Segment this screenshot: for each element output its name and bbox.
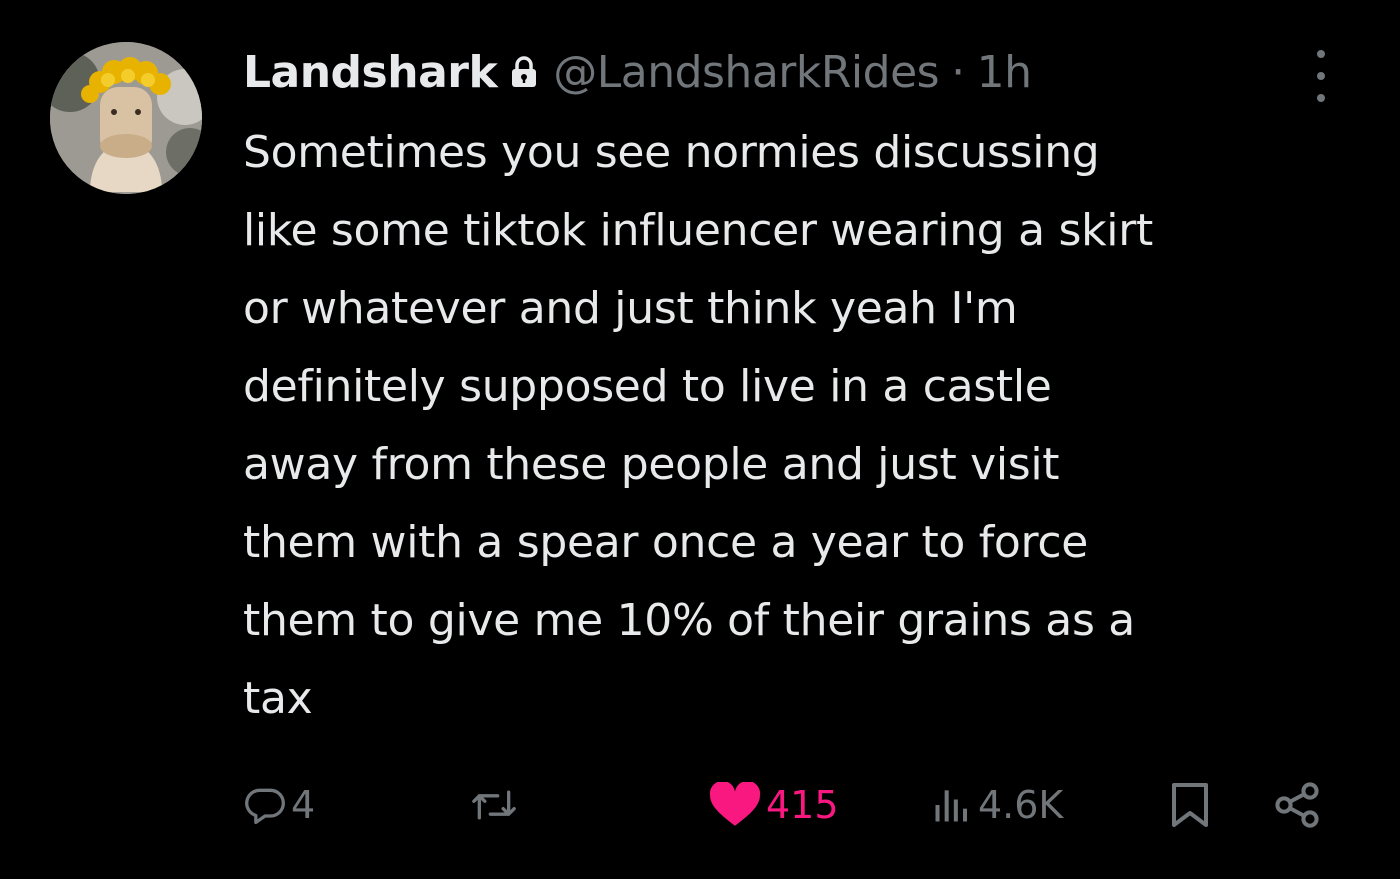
avatar[interactable] <box>50 42 202 194</box>
timestamp[interactable]: 1h <box>977 47 1032 98</box>
like-count: 415 <box>766 783 839 827</box>
tweet-text-line: definitely supposed to live in a castle <box>243 361 1052 412</box>
tweet-text-line: like some tiktok influencer wearing a sk… <box>243 205 1153 256</box>
reply-count: 4 <box>291 783 316 827</box>
user-handle[interactable]: @LandsharkRides <box>553 47 939 98</box>
views-icon <box>935 790 968 822</box>
tweet-text: Sometimes you see normies discussing lik… <box>243 114 1353 738</box>
tweet-text-line: them with a spear once a year to force <box>243 517 1089 568</box>
like-button[interactable]: 415 <box>708 770 839 840</box>
retweet-button[interactable] <box>470 770 522 840</box>
bookmark-icon <box>1172 783 1208 827</box>
tweet-text-line: or whatever and just think yeah I'm <box>243 283 1018 334</box>
reply-icon <box>245 788 285 825</box>
tweet-text-line: away from these people and just visit <box>243 439 1060 490</box>
views-button[interactable]: 4.6K <box>930 770 1063 840</box>
tweet-text-line: Sometimes you see normies discussing <box>243 127 1100 178</box>
lock-icon <box>511 56 537 88</box>
retweet-icon <box>472 790 516 820</box>
tweet-header: Landshark @LandsharkRides · 1h <box>243 40 1032 104</box>
share-button[interactable] <box>1272 770 1324 840</box>
share-icon <box>1275 782 1319 828</box>
more-icon[interactable] <box>1306 50 1336 102</box>
separator: · <box>951 46 965 98</box>
bookmark-button[interactable] <box>1168 770 1212 840</box>
tweet-text-line: them to give me 10% of their grains as a <box>243 595 1135 646</box>
action-bar: 4 415 4.6K <box>0 770 1400 840</box>
tweet: Landshark @LandsharkRides · 1h Sometimes… <box>0 0 1400 879</box>
reply-button[interactable]: 4 <box>243 770 315 840</box>
heart-icon <box>709 782 761 826</box>
views-count: 4.6K <box>978 783 1064 827</box>
tweet-text-line: tax <box>243 673 313 724</box>
display-name[interactable]: Landshark <box>243 47 498 98</box>
